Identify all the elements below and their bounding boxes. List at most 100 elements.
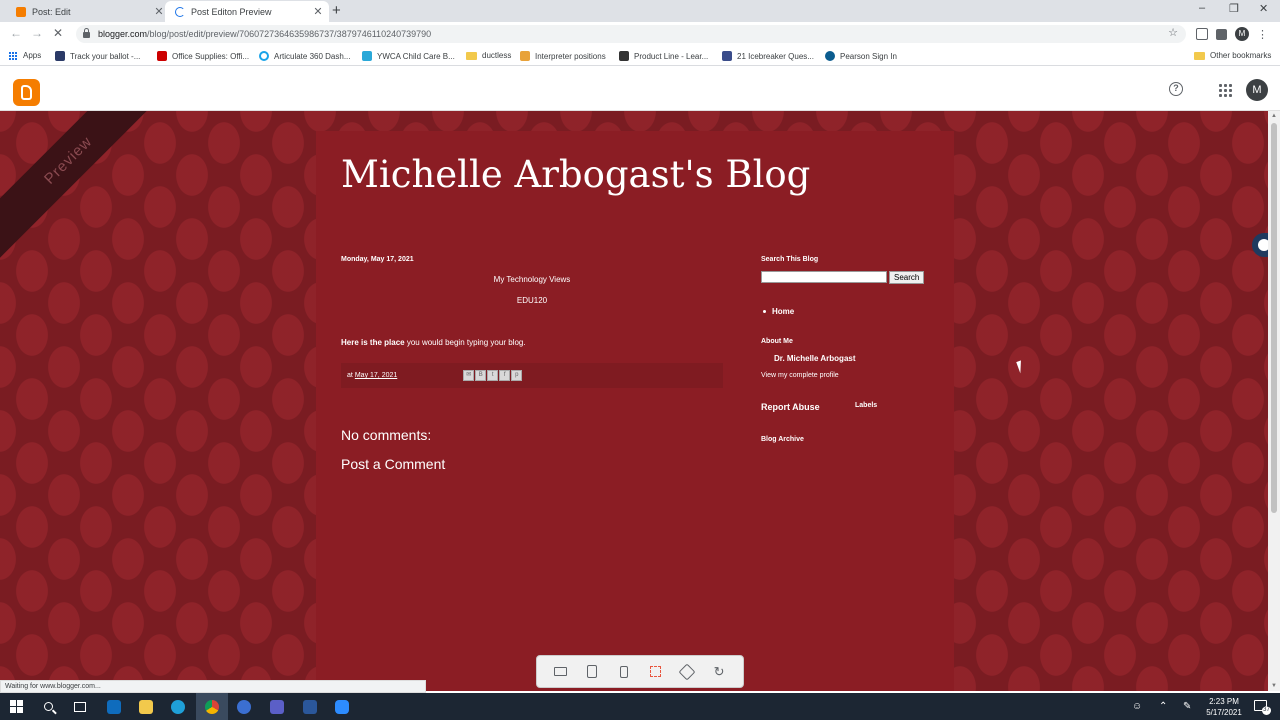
taskbar-file-explorer[interactable] <box>130 693 162 720</box>
taskbar-search[interactable] <box>32 693 64 720</box>
blog-search-input[interactable] <box>761 271 887 283</box>
bullet-icon <box>763 310 766 313</box>
blog-container: Michelle Arbogast's Blog Monday, May 17,… <box>316 131 954 691</box>
bookmark-item[interactable]: Pearson Sign In <box>825 51 897 61</box>
task-view-icon <box>74 701 86 712</box>
bookmark-label: Pearson Sign In <box>840 51 897 61</box>
scroll-up-icon[interactable]: ▲ <box>1271 113 1277 119</box>
task-view[interactable] <box>64 693 96 720</box>
puzzle-extensions-icon[interactable] <box>1216 28 1227 40</box>
preview-ribbon: Preview <box>0 111 168 260</box>
post-permalink[interactable]: May 17, 2021 <box>355 372 397 379</box>
bookmark-item[interactable]: Interpreter positions <box>520 51 606 61</box>
start-button[interactable] <box>0 693 32 720</box>
restore-icon[interactable]: ❐ <box>1229 2 1239 15</box>
bookmark-star-icon[interactable]: ☆ <box>1168 26 1178 39</box>
bookmark-favicon-icon <box>825 51 835 61</box>
bookmark-favicon-icon <box>722 51 732 61</box>
scroll-thumb[interactable] <box>1271 123 1277 513</box>
profile-avatar[interactable]: M <box>1235 27 1249 41</box>
tab-strip: Post: Edit ✕ Post Editon Preview ✕ + – ❐… <box>0 0 1280 22</box>
search-button[interactable]: Search <box>889 271 925 284</box>
rotate-icon[interactable] <box>678 663 696 680</box>
minimize-icon[interactable]: – <box>1199 2 1205 14</box>
bookmark-favicon-icon <box>362 51 372 61</box>
teams-icon <box>270 699 284 714</box>
bookmark-label: Product Line - Lear... <box>634 51 709 61</box>
blogthis-share-icon[interactable]: B <box>475 370 487 381</box>
bookmark-label: ductless <box>482 51 512 60</box>
desktop-view-icon[interactable] <box>554 665 568 679</box>
url-path: /blog/post/edit/preview/7060727364635986… <box>147 29 432 39</box>
browser-menu-icon[interactable]: ⋮ <box>1257 28 1268 41</box>
taskbar-edge[interactable] <box>162 693 194 720</box>
bookmark-item[interactable]: 21 Icebreaker Ques... <box>722 51 814 61</box>
taskbar-app[interactable] <box>228 693 260 720</box>
phone-view-icon[interactable] <box>617 665 631 679</box>
fullscreen-icon[interactable] <box>649 665 663 679</box>
forward-icon[interactable]: → <box>31 26 43 40</box>
extension-icon[interactable] <box>1196 28 1208 40</box>
bookmark-item[interactable]: Track your ballot -... <box>55 51 140 61</box>
address-bar[interactable]: blogger.com/blog/post/edit/preview/70607… <box>76 25 1186 43</box>
toolbar-icons: M ⋮ <box>1196 27 1268 41</box>
taskbar-teams[interactable] <box>261 693 293 720</box>
bookmark-item[interactable]: ductless <box>466 51 511 60</box>
email-share-icon[interactable]: ✉ <box>463 370 475 381</box>
status-bubble: Waiting for www.blogger.com... <box>0 680 426 693</box>
stop-icon[interactable]: ✕ <box>53 26 63 40</box>
tab-post-preview[interactable]: Post Editon Preview ✕ <box>165 1 329 22</box>
bookmark-item[interactable]: Office Supplies: Offi... <box>157 51 249 61</box>
taskbar-zoom[interactable] <box>326 693 358 720</box>
new-tab-icon[interactable]: + <box>332 2 341 19</box>
bookmark-label: Other bookmarks <box>1210 51 1272 60</box>
blogger-favicon-icon <box>16 6 26 17</box>
reload-icon[interactable]: ↻ <box>712 664 726 679</box>
bookmark-label: Interpreter positions <box>535 51 606 61</box>
bookmark-item[interactable]: Product Line - Lear... <box>619 51 708 61</box>
taskbar-chrome[interactable] <box>196 693 228 720</box>
tab-post-edit[interactable]: Post: Edit ✕ <box>6 1 170 22</box>
tray-chevron-icon[interactable]: ⌃ <box>1159 693 1167 720</box>
pen-icon[interactable]: ✎ <box>1183 693 1191 720</box>
outlook-icon <box>107 699 121 714</box>
account-avatar[interactable]: M <box>1246 79 1268 101</box>
author-link[interactable]: Dr. Michelle Arbogast <box>774 354 856 363</box>
pinterest-share-icon[interactable]: p <box>511 370 523 381</box>
help-icon[interactable]: ? <box>1169 82 1183 96</box>
lock-icon <box>83 28 90 38</box>
loading-spinner-icon <box>175 6 185 17</box>
windows-taskbar: ☺ ⌃ ✎ 2:23 PM 5/17/2021 37 <box>0 693 1280 720</box>
bookmark-favicon-icon <box>259 51 269 61</box>
report-abuse[interactable]: Report Abuse <box>761 402 820 412</box>
clock-date: 5/17/2021 <box>1206 708 1242 717</box>
page-scrollbar[interactable]: ▲ ▼ <box>1268 111 1280 691</box>
taskbar-outlook[interactable] <box>98 693 130 720</box>
bookmark-other[interactable]: Other bookmarks <box>1194 51 1271 60</box>
bookmark-label: 21 Icebreaker Ques... <box>737 51 814 61</box>
bookmark-apps[interactable]: Apps <box>9 51 41 60</box>
blogger-logo-icon[interactable] <box>13 79 40 106</box>
tablet-view-icon[interactable] <box>585 665 599 679</box>
back-icon[interactable]: ← <box>10 26 22 40</box>
taskbar-clock[interactable]: 2:23 PM 5/17/2021 <box>1196 696 1252 718</box>
bookmark-label: Apps <box>23 51 42 60</box>
twitter-share-icon[interactable]: t <box>487 370 499 381</box>
tab-close-icon[interactable]: ✕ <box>311 5 325 18</box>
window-close-icon[interactable]: ✕ <box>1259 2 1268 15</box>
blog-title[interactable]: Michelle Arbogast's Blog <box>341 153 810 196</box>
people-icon[interactable]: ☺ <box>1132 693 1142 720</box>
bookmark-item[interactable]: YWCA Child Care B... <box>362 51 455 61</box>
facebook-share-icon[interactable]: f <box>499 370 511 381</box>
home-link[interactable]: Home <box>763 307 794 316</box>
view-profile-link[interactable]: View my complete profile <box>761 372 839 379</box>
bookmark-item[interactable]: Articulate 360 Dash... <box>259 51 350 61</box>
url-text: blogger.com/blog/post/edit/preview/70607… <box>98 29 431 39</box>
post-body-rest: you would begin typing your blog. <box>404 338 526 347</box>
notification-center-icon[interactable]: 37 <box>1254 700 1271 715</box>
tab-close-icon[interactable]: ✕ <box>152 5 166 18</box>
google-apps-icon[interactable] <box>1219 84 1232 97</box>
scroll-down-icon[interactable]: ▼ <box>1271 683 1277 689</box>
taskbar-word[interactable] <box>294 693 326 720</box>
device-preview-toolbar: ↻ <box>536 655 744 688</box>
